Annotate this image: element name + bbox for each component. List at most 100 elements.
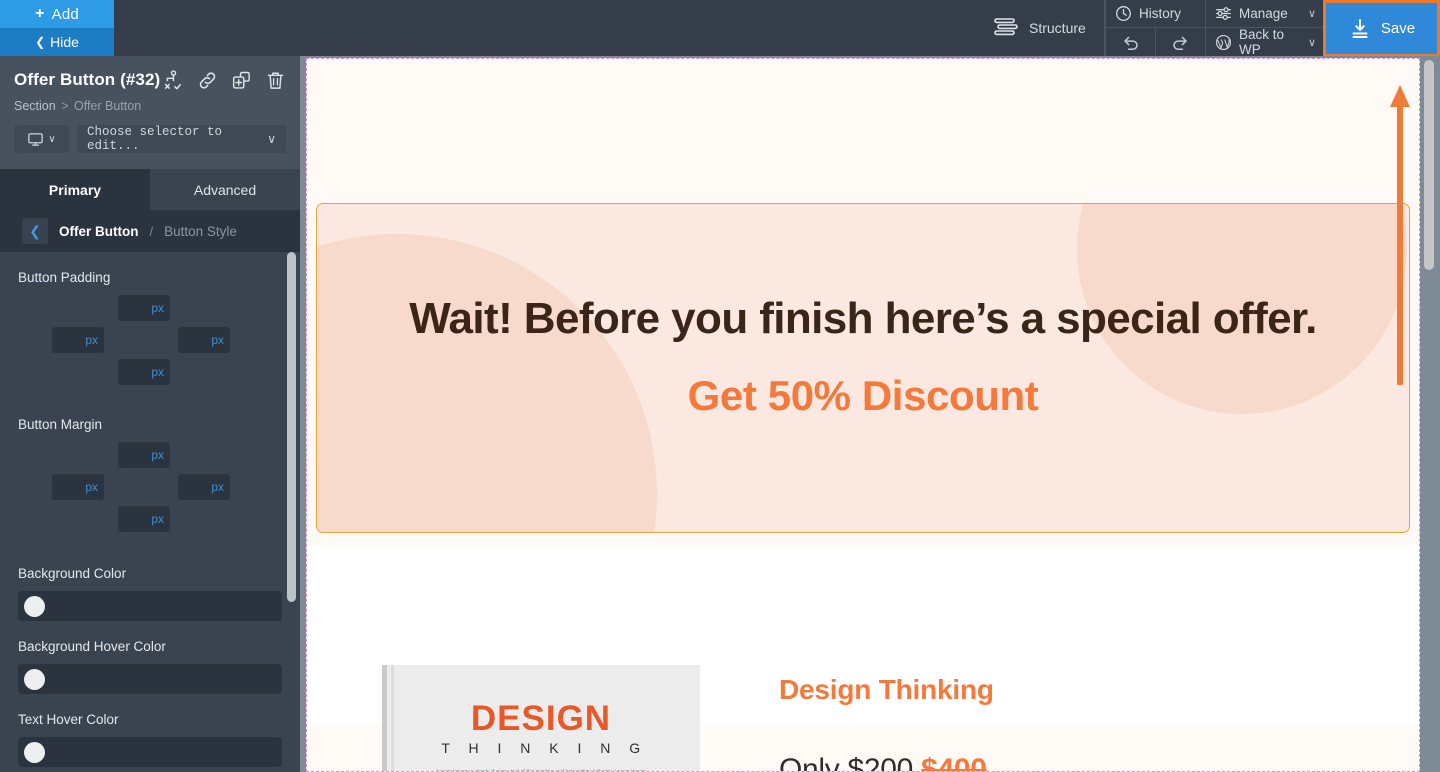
clock-icon (1116, 6, 1131, 21)
settings-sidebar: Offer Button (#32) Section > Offer Butto… (0, 56, 300, 772)
field-label-button-padding: Button Padding (18, 270, 111, 285)
offer-headline: Wait! Before you finish here’s a special… (409, 294, 1317, 343)
page-editor-app: + Add ❮ Hide Structure History Manage ∨ … (0, 0, 1440, 772)
background-hover-color-picker[interactable] (18, 664, 282, 694)
settings-fields: Button Padding px px px px Button Margin (0, 252, 300, 772)
hide-button[interactable]: ❮ Hide (0, 28, 114, 56)
padding-right-input[interactable]: px (178, 327, 230, 353)
chevron-down-icon: ∨ (267, 132, 276, 146)
path-parent[interactable]: Offer Button (59, 224, 138, 239)
padding-left-input[interactable]: px (52, 327, 104, 353)
trash-icon[interactable] (265, 70, 286, 91)
product-section[interactable]: DESIGN T H I N K I N G Lorem Ipsum is si… (307, 605, 1419, 772)
history-label: History (1139, 6, 1182, 21)
padding-bottom-input[interactable]: px (118, 359, 170, 385)
field-label-text-hover-color: Text Hover Color (18, 712, 119, 727)
tab-advanced-label: Advanced (193, 181, 257, 198)
product-price-original: $400 (921, 753, 987, 772)
margin-top-input[interactable]: px (118, 442, 170, 468)
conditions-icon[interactable] (163, 70, 184, 91)
selector-dropdown[interactable]: Choose selector to edit... ∨ (77, 125, 286, 153)
margin-right-input[interactable]: px (178, 474, 230, 500)
color-swatch (24, 595, 45, 617)
field-label-background-hover-color: Background Hover Color (18, 639, 166, 654)
sidebar-scrollbar-thumb[interactable] (287, 252, 296, 602)
margin-bottom-input[interactable]: px (118, 506, 170, 532)
sidebar-scrollbar[interactable] (287, 252, 296, 772)
structure-button[interactable]: Structure (985, 0, 1105, 56)
sidebar-header-actions (163, 70, 286, 91)
sliders-icon (1216, 7, 1231, 20)
selector-placeholder: Choose selector to edit... (87, 125, 223, 153)
save-button-label: Save (1380, 20, 1416, 37)
arrow-head-icon (1390, 85, 1410, 107)
back-to-wp-label: Back to WP (1239, 27, 1285, 57)
product-price: Only $200 $400 (779, 753, 987, 772)
color-swatch (24, 741, 45, 763)
breadcrumb: Section > Offer Button (14, 99, 286, 113)
book-cover-subtitle: T H I N K I N G (441, 740, 648, 756)
add-button[interactable]: + Add (0, 0, 114, 28)
chevron-down-icon: ∨ (1307, 8, 1316, 20)
settings-path: ❮ Offer Button / Button Style (0, 210, 300, 252)
undo-button[interactable] (1105, 28, 1155, 56)
unit-label: px (151, 365, 164, 379)
sidebar-tabs: Primary Advanced (0, 169, 300, 210)
device-selector[interactable]: ∨ (14, 125, 69, 153)
background-hover-color-row: Background Hover Color (18, 639, 282, 694)
unit-label: px (151, 512, 164, 526)
structure-icon (994, 18, 1018, 36)
field-label-background-color: Background Color (18, 566, 127, 581)
background-color-row: Background Color (18, 566, 282, 621)
book-cover-body: Lorem Ipsum is simply dummy text of the … (436, 769, 646, 772)
color-swatch (24, 668, 45, 690)
manage-dropdown[interactable]: Manage ∨ (1205, 0, 1325, 28)
text-hover-color-picker[interactable] (18, 737, 282, 767)
undo-icon (1124, 36, 1138, 50)
chevron-left-icon: ❮ (35, 35, 46, 49)
path-separator: / (149, 223, 154, 239)
unit-label: px (151, 448, 164, 462)
link-icon[interactable] (197, 70, 218, 91)
manage-label: Manage (1239, 6, 1288, 21)
save-download-icon (1352, 18, 1368, 38)
save-button[interactable]: Save (1323, 0, 1440, 57)
unit-label: px (85, 333, 98, 347)
unit-label: px (211, 480, 224, 494)
book-cover-image: DESIGN T H I N K I N G Lorem Ipsum is si… (382, 665, 700, 772)
sidebar-header: Offer Button (#32) Section > Offer Butto… (0, 56, 300, 169)
history-button[interactable]: History (1105, 0, 1205, 28)
breadcrumb-parent[interactable]: Section (14, 99, 56, 113)
unit-label: px (151, 301, 164, 315)
unit-label: px (211, 333, 224, 347)
duplicate-icon[interactable] (231, 70, 252, 91)
tab-primary-label: Primary (48, 181, 102, 198)
canvas-scrollbar-thumb[interactable] (1424, 60, 1434, 270)
padding-top-input[interactable]: px (118, 295, 170, 321)
canvas-scrollbar[interactable] (1424, 60, 1434, 768)
breadcrumb-current: Offer Button (73, 99, 142, 113)
field-label-button-margin: Button Margin (18, 417, 103, 432)
product-price-current: Only $200 (779, 753, 914, 772)
redo-button[interactable] (1155, 28, 1205, 56)
background-color-picker[interactable] (18, 591, 282, 621)
offer-section[interactable]: Wait! Before you finish here’s a special… (316, 203, 1410, 533)
back-button[interactable]: ❮ (22, 218, 48, 244)
back-to-wp-dropdown[interactable]: Back to WP ∨ (1205, 27, 1325, 57)
tab-advanced[interactable]: Advanced (150, 169, 300, 210)
button-margin-control: px px px px (18, 442, 282, 542)
chevron-left-icon: ❮ (29, 222, 41, 239)
tab-primary[interactable]: Primary (0, 169, 150, 210)
wordpress-icon (1215, 34, 1232, 50)
unit-label: px (85, 480, 98, 494)
add-button-label: Add (51, 5, 79, 23)
hide-button-label: Hide (50, 34, 79, 50)
page-preview[interactable]: Wait! Before you finish here’s a special… (306, 58, 1420, 772)
margin-left-input[interactable]: px (52, 474, 104, 500)
product-title: Design Thinking (779, 674, 994, 705)
chevron-down-icon: ∨ (1307, 36, 1316, 49)
structure-label: Structure (1029, 20, 1086, 36)
chevron-down-icon: ∨ (48, 133, 56, 145)
button-padding-control: px px px px (18, 295, 282, 395)
offer-subheadline: Get 50% Discount (687, 372, 1039, 419)
